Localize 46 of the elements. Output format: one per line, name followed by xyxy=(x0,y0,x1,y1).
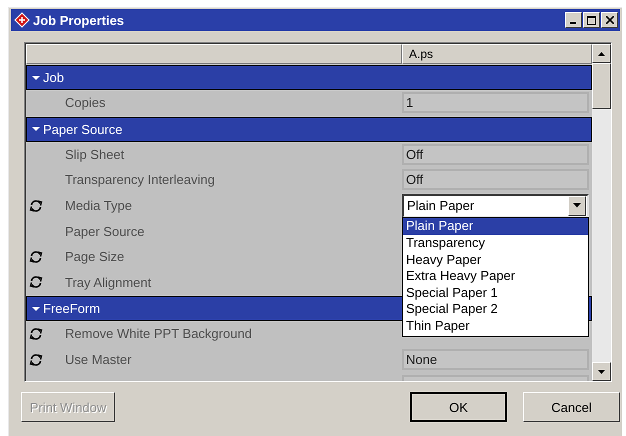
dropdown-option[interactable]: Plain Paper xyxy=(403,218,588,235)
dialog-button[interactable]: OK xyxy=(410,392,507,422)
scroll-down-button[interactable] xyxy=(592,362,611,381)
scrollbar[interactable] xyxy=(592,44,611,381)
property-label: Slip Sheet xyxy=(65,146,124,162)
window-title: Job Properties xyxy=(33,12,126,28)
dropdown-option[interactable]: Extra Heavy Paper xyxy=(403,268,588,285)
value-field[interactable]: 1 xyxy=(402,92,589,114)
close-icon xyxy=(606,16,614,24)
up-arrow-icon xyxy=(598,52,605,56)
refresh-icon xyxy=(29,326,43,341)
refresh-icon xyxy=(29,198,43,213)
dropdown-option[interactable]: Heavy Paper xyxy=(403,252,588,268)
group-header[interactable]: Job xyxy=(26,65,592,90)
value-field[interactable]: Off xyxy=(402,144,589,165)
value-field[interactable]: Off xyxy=(402,169,589,190)
refresh-icon xyxy=(29,352,43,367)
triangle-down-icon xyxy=(32,125,40,134)
property-label: Remove White PPT Background xyxy=(65,326,252,342)
maximize-button[interactable] xyxy=(583,12,600,28)
group-header[interactable]: Paper Source xyxy=(26,116,592,142)
dropdown[interactable]: Plain Paper xyxy=(402,194,589,218)
property-label: Copies xyxy=(65,95,106,110)
close-button[interactable] xyxy=(601,12,618,28)
property-label: Paper Source xyxy=(65,224,144,239)
property-label: Media Type xyxy=(65,198,132,214)
maximize-icon xyxy=(587,16,596,24)
app-icon xyxy=(14,12,30,28)
dropdown-option[interactable]: Transparency xyxy=(403,234,588,252)
scroll-up-button[interactable] xyxy=(592,44,611,63)
property-label: Tray Alignment xyxy=(65,274,152,290)
property-label: Transparency Interleaving xyxy=(65,172,215,188)
scroll-thumb[interactable] xyxy=(592,63,611,109)
refresh-icon xyxy=(29,250,43,264)
minimize-button[interactable] xyxy=(565,12,582,28)
down-arrow-icon xyxy=(598,370,605,374)
property-label: Use Master xyxy=(65,352,132,368)
refresh-icon xyxy=(29,275,43,290)
dialog-button[interactable]: Cancel xyxy=(523,392,620,422)
value-field[interactable]: None xyxy=(402,349,589,370)
triangle-down-icon xyxy=(32,304,40,313)
column-header: A.ps xyxy=(402,44,592,64)
caret-icon xyxy=(573,203,581,208)
triangle-down-icon xyxy=(32,74,40,82)
property-label: Page Size xyxy=(65,249,124,264)
dropdown-option[interactable]: Special Paper 2 xyxy=(403,301,588,318)
